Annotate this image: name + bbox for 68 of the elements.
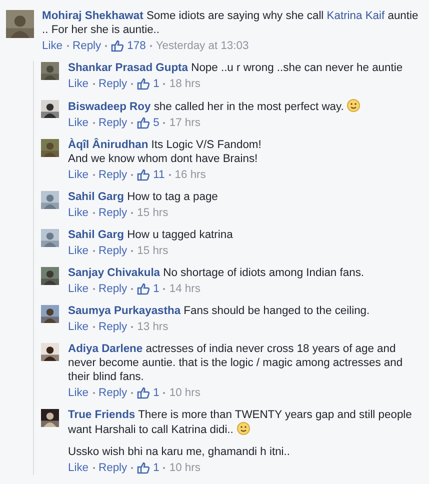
- author-link[interactable]: Sahil Garg: [68, 229, 124, 241]
- like-link[interactable]: Like: [68, 320, 89, 334]
- timestamp: 13 hrs: [137, 320, 168, 334]
- reply-link[interactable]: Reply: [98, 168, 128, 182]
- like-link[interactable]: Like: [68, 386, 89, 400]
- comment-text: Sanjay Chivakula No shortage of idiots among Indian fans.: [68, 266, 366, 280]
- like-link[interactable]: Like: [68, 116, 89, 130]
- thumbs-up-icon: [137, 78, 150, 90]
- thumbs-up-icon: [137, 462, 150, 474]
- author-link[interactable]: Saumya Purkayastha: [68, 305, 181, 317]
- like-count[interactable]: 1: [137, 282, 160, 296]
- like-link[interactable]: Like: [68, 244, 89, 258]
- comment-text: Biswadeep Roy she called her in the most perfect way.: [68, 99, 421, 114]
- reply-link[interactable]: Reply: [98, 244, 128, 258]
- smiley-icon: [347, 99, 360, 112]
- comment-text: Shankar Prasad Gupta Nope ..u r wrong ..she can never he auntie: [68, 61, 404, 75]
- timestamp: 15 hrs: [137, 244, 168, 258]
- comment-text: Saumya Purkayastha Fans should be hanged to the ceiling.: [68, 304, 371, 318]
- timestamp: 10 hrs: [169, 461, 200, 475]
- comment-text: Mohiraj Shekhawat Some idiots are saying why she call Katrina Kaif auntie .. For her she is auntie..: [42, 9, 420, 37]
- comment-text: True Friends There is more than TWENTY years gap and still people want Harshali to call Katrina didi..: [68, 408, 413, 437]
- like-link[interactable]: Like: [68, 168, 89, 182]
- thumbs-up-icon: [137, 169, 150, 181]
- comment-text: Sahil Garg How to tag a page: [68, 190, 219, 204]
- like-count[interactable]: 178: [111, 39, 146, 53]
- reply-link[interactable]: Reply: [98, 461, 128, 475]
- like-count[interactable]: 5: [137, 116, 160, 130]
- like-count[interactable]: 1: [137, 386, 160, 400]
- author-link[interactable]: True Friends: [68, 409, 136, 421]
- timestamp: 10 hrs: [169, 386, 200, 400]
- comment-text: Adiya Darlene actresses of india never cross 18 years of age and never become auntie. that is the logic / magic among actresses and their blind fans.: [68, 342, 404, 384]
- reply-link[interactable]: Reply: [98, 206, 128, 220]
- reply-link[interactable]: Reply: [98, 116, 128, 130]
- author-link[interactable]: Shankar Prasad Gupta: [68, 62, 188, 74]
- author-link[interactable]: Àqîl Ânirudhan: [68, 139, 148, 151]
- reply-link[interactable]: Reply: [98, 77, 128, 91]
- thumbs-up-icon: [137, 283, 150, 295]
- reply-link[interactable]: Reply: [98, 282, 128, 296]
- reply-link[interactable]: Reply: [98, 386, 128, 400]
- smiley-icon: [236, 422, 250, 435]
- timestamp: 14 hrs: [169, 282, 200, 296]
- thumbs-up-icon: [111, 40, 124, 52]
- like-link[interactable]: Like: [68, 77, 89, 91]
- timestamp: 16 hrs: [174, 168, 206, 182]
- like-link[interactable]: Like: [68, 282, 89, 296]
- like-link[interactable]: Like: [68, 461, 89, 475]
- comment-text: Sahil Garg How u tagged katrina: [68, 228, 234, 242]
- timestamp: Yesterday at 13:03: [156, 39, 249, 53]
- like-count[interactable]: 11: [137, 168, 165, 182]
- name-link[interactable]: Katrina Kaif: [326, 10, 385, 22]
- comment-text: Àqîl Ânirudhan Its Logic V/S Fandom! And we know whom dont have Brains!: [68, 138, 262, 166]
- reply-link[interactable]: Reply: [72, 39, 102, 53]
- like-link[interactable]: Like: [42, 39, 63, 53]
- author-link[interactable]: Sahil Garg: [68, 191, 124, 203]
- reply-link[interactable]: Reply: [98, 320, 128, 334]
- author-link[interactable]: Sanjay Chivakula: [68, 267, 160, 279]
- timestamp: 15 hrs: [137, 206, 168, 220]
- comment-text: Ussko wish bhi na karu me, ghamandi h itni..: [68, 445, 291, 459]
- timestamp: 17 hrs: [169, 116, 200, 130]
- thumbs-up-icon: [137, 387, 150, 399]
- author-link[interactable]: Biswadeep Roy: [68, 101, 151, 113]
- like-count[interactable]: 1: [137, 77, 160, 91]
- author-link[interactable]: Adiya Darlene: [68, 343, 143, 355]
- timestamp: 18 hrs: [169, 77, 200, 91]
- like-link[interactable]: Like: [68, 206, 89, 220]
- like-count[interactable]: 1: [137, 461, 160, 475]
- author-link[interactable]: Mohiraj Shekhawat: [42, 10, 144, 22]
- thumbs-up-icon: [137, 117, 150, 129]
